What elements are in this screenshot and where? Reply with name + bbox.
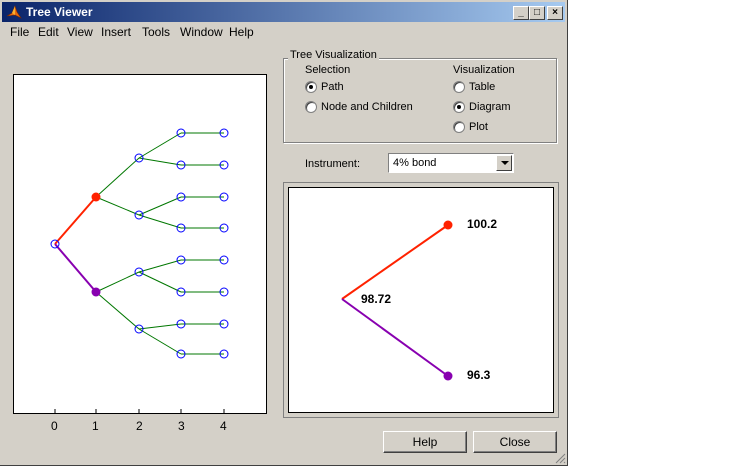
minimize-button[interactable]: _: [513, 6, 529, 20]
down-value: 96.3: [467, 368, 491, 382]
help-button[interactable]: Help: [383, 431, 467, 453]
path-radio-label[interactable]: Path: [321, 81, 344, 94]
resize-grip-icon[interactable]: [554, 452, 566, 464]
diagram-radio[interactable]: [453, 101, 465, 113]
selection-heading: Selection: [305, 64, 351, 76]
menu-insert[interactable]: Insert: [101, 25, 131, 39]
table-radio[interactable]: [453, 81, 465, 93]
close-window-button[interactable]: ×: [547, 6, 563, 20]
instrument-select[interactable]: 4% bond: [388, 153, 514, 173]
menu-edit[interactable]: Edit: [38, 25, 59, 39]
diagram-radio-label[interactable]: Diagram: [469, 101, 511, 114]
matlab-icon: [6, 5, 22, 19]
diagram-panel: [288, 187, 554, 413]
title-bar[interactable]: Tree Viewer _ □ ×: [2, 2, 565, 22]
menu-bar: File Edit View Insert Tools Window Help: [2, 23, 565, 41]
up-path-edge: [54, 196, 97, 245]
tree-edges: [95, 132, 224, 355]
close-button[interactable]: Close: [473, 431, 557, 453]
root-value: 98.72: [361, 292, 392, 306]
menu-file[interactable]: File: [10, 25, 29, 39]
plot-radio[interactable]: [453, 121, 465, 133]
diagram-down-node: [443, 371, 453, 381]
down-path-edge: [54, 243, 97, 293]
table-radio-label[interactable]: Table: [469, 81, 495, 94]
diagram-svg: [341, 220, 453, 381]
tree-plot-axes[interactable]: [13, 74, 267, 414]
instrument-select-value: 4% bond: [393, 157, 437, 169]
menu-help[interactable]: Help: [229, 25, 254, 39]
diagram-down-edge: [341, 298, 449, 377]
plot-radio-label[interactable]: Plot: [469, 121, 488, 134]
window-title: Tree Viewer: [26, 5, 93, 19]
menu-window[interactable]: Window: [180, 25, 223, 39]
menu-tools[interactable]: Tools: [142, 25, 170, 39]
x-tick-label: 3: [178, 419, 185, 433]
instrument-label: Instrument:: [305, 158, 361, 170]
chevron-down-icon[interactable]: [496, 155, 512, 171]
tree-plot: [50, 128, 229, 413]
tree-viewer-window: Tree Viewer _ □ × File Edit View Insert …: [0, 0, 568, 466]
x-tick-label: 4: [220, 419, 227, 433]
path-radio[interactable]: [305, 81, 317, 93]
diagram-up-edge: [341, 224, 449, 300]
up-value: 100.2: [467, 217, 498, 231]
maximize-button[interactable]: □: [529, 6, 545, 20]
x-ticks: [54, 409, 225, 413]
down-node: [91, 287, 101, 297]
diagram-up-node: [443, 220, 453, 230]
x-tick-label: 1: [92, 419, 99, 433]
visualization-heading: Visualization: [453, 64, 515, 76]
node-and-children-radio-label[interactable]: Node and Children: [321, 101, 413, 114]
up-node: [91, 192, 101, 202]
x-tick-label: 0: [51, 419, 58, 433]
node-and-children-radio[interactable]: [305, 101, 317, 113]
menu-view[interactable]: View: [67, 25, 93, 39]
group-title: Tree Visualization: [288, 49, 379, 61]
x-tick-label: 2: [136, 419, 143, 433]
